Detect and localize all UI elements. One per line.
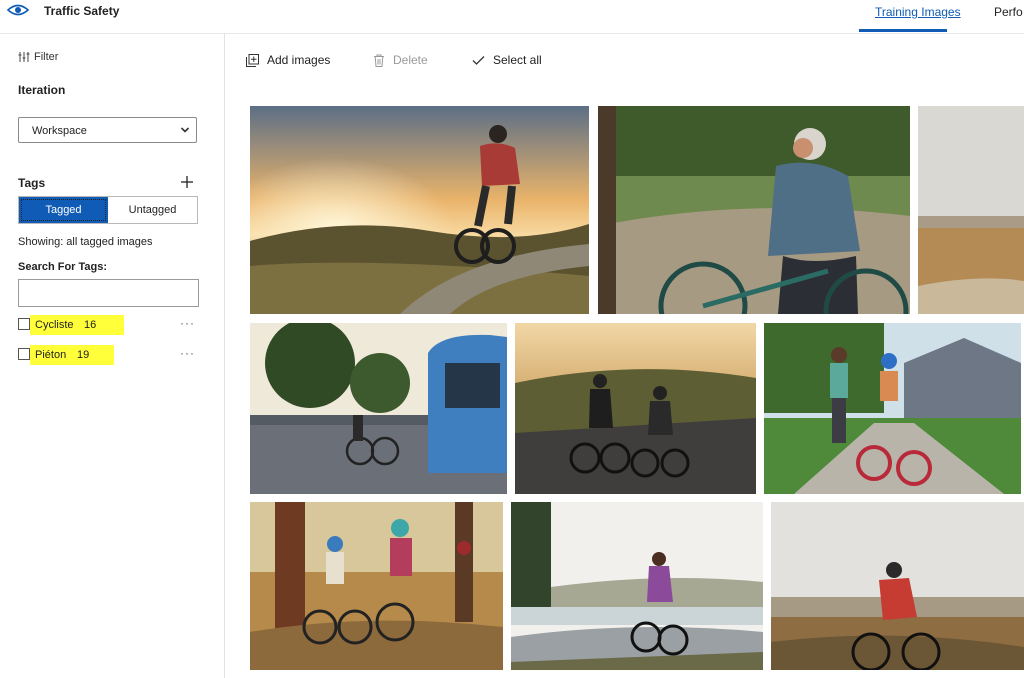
tagged-button[interactable]: Tagged bbox=[19, 197, 108, 223]
road-cyclists-dusk-image bbox=[515, 323, 756, 494]
image-thumbnail[interactable] bbox=[250, 106, 589, 314]
tag-count: 19 bbox=[77, 349, 90, 361]
image-thumbnail[interactable] bbox=[771, 502, 1024, 670]
delete-label: Delete bbox=[393, 53, 428, 67]
tagged-untagged-toggle: Tagged Untagged bbox=[18, 196, 198, 224]
cyclist-red-jersey-image bbox=[771, 502, 1024, 670]
tag-name[interactable]: Piéton bbox=[35, 349, 66, 361]
untagged-button[interactable]: Untagged bbox=[108, 197, 197, 223]
add-tag-plus-icon[interactable] bbox=[180, 175, 194, 189]
tab-training-images[interactable]: Training Images bbox=[875, 5, 961, 19]
cyclist-sunset-image bbox=[250, 106, 589, 314]
checkmark-icon bbox=[472, 55, 485, 65]
sidebar: Filter Iteration Workspace Tags Tagged U… bbox=[0, 34, 225, 678]
image-thumbnail[interactable] bbox=[764, 323, 1021, 494]
tab-performance[interactable]: Perfo bbox=[994, 5, 1023, 19]
active-tab-indicator bbox=[859, 29, 947, 32]
trash-icon bbox=[374, 54, 384, 67]
tag-checkbox[interactable] bbox=[18, 318, 30, 330]
add-images-button[interactable]: Add images bbox=[246, 53, 330, 67]
add-image-icon bbox=[246, 53, 259, 67]
image-thumbnail[interactable] bbox=[250, 502, 503, 670]
filter-button[interactable]: Filter bbox=[18, 51, 58, 63]
sliders-icon bbox=[18, 52, 30, 62]
select-all-label: Select all bbox=[493, 53, 542, 67]
family-forest-image bbox=[250, 502, 503, 670]
tag-row-pieton: Piéton 19 ··· bbox=[18, 345, 200, 365]
iteration-heading: Iteration bbox=[18, 83, 66, 97]
select-all-button[interactable]: Select all bbox=[472, 53, 542, 67]
tag-count: 16 bbox=[84, 319, 97, 331]
more-options-icon[interactable]: ··· bbox=[180, 346, 195, 360]
filter-label: Filter bbox=[34, 51, 59, 63]
search-tags-heading: Search For Tags: bbox=[18, 261, 108, 273]
tag-name[interactable]: Cycliste bbox=[35, 319, 74, 331]
tag-checkbox[interactable] bbox=[18, 348, 30, 360]
tags-heading: Tags bbox=[18, 176, 46, 190]
eye-icon[interactable] bbox=[6, 2, 30, 18]
add-images-label: Add images bbox=[267, 53, 331, 67]
chevron-down-icon bbox=[180, 127, 190, 133]
iteration-select[interactable]: Workspace bbox=[18, 117, 197, 143]
woman-riverside-image bbox=[511, 502, 763, 670]
image-thumbnail[interactable] bbox=[598, 106, 910, 314]
image-thumbnail[interactable] bbox=[515, 323, 756, 494]
woman-teal-bike-image bbox=[598, 106, 910, 314]
top-bar: Traffic Safety Training Images Perfo bbox=[0, 0, 1024, 34]
image-thumbnail[interactable] bbox=[250, 323, 507, 494]
child-bike-sidewalk-image bbox=[764, 323, 1021, 494]
more-options-icon[interactable]: ··· bbox=[180, 316, 195, 330]
delete-button[interactable]: Delete bbox=[373, 53, 428, 67]
dry-field-image bbox=[918, 106, 1024, 314]
tag-row-cycliste: Cycliste 16 ··· bbox=[18, 315, 200, 335]
search-tags-input[interactable] bbox=[18, 279, 199, 307]
image-thumbnail[interactable] bbox=[511, 502, 763, 670]
showing-status: Showing: all tagged images bbox=[18, 236, 153, 248]
iteration-selected-value: Workspace bbox=[32, 125, 87, 137]
image-thumbnail[interactable] bbox=[918, 106, 1024, 314]
project-title: Traffic Safety bbox=[44, 4, 120, 18]
cyclists-tram-image bbox=[250, 323, 507, 494]
